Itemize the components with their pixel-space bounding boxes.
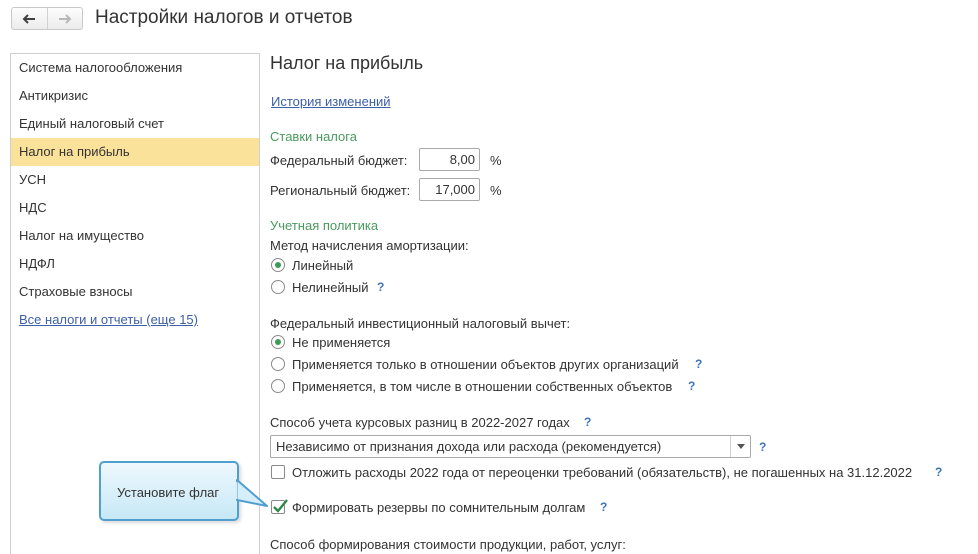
back-button[interactable]: [12, 8, 47, 29]
investment-other-orgs-label[interactable]: Применяется только в отношении объектов …: [292, 357, 679, 372]
investment-own-objects-label[interactable]: Применяется, в том числе в отношении соб…: [292, 379, 672, 394]
sidebar-item-vat[interactable]: НДС: [11, 194, 259, 222]
federal-budget-label: Федеральный бюджет:: [270, 153, 408, 168]
help-icon[interactable]: ?: [688, 379, 695, 393]
amortization-linear-radio[interactable]: [271, 258, 285, 272]
main-panel: Налог на прибыль История изменений Ставк…: [270, 0, 978, 554]
amortization-nonlinear-label[interactable]: Нелинейный: [292, 280, 369, 295]
chevron-down-icon: [736, 444, 745, 449]
help-icon[interactable]: ?: [695, 357, 702, 371]
callout-text: Установите флаг: [117, 485, 220, 500]
form-reserves-label[interactable]: Формировать резервы по сомнительным долг…: [292, 500, 585, 515]
help-icon[interactable]: ?: [584, 415, 591, 429]
federal-rate-input[interactable]: 8,00: [419, 148, 480, 171]
regional-percent: %: [490, 183, 502, 198]
arrow-left-icon: [23, 13, 36, 24]
all-taxes-link[interactable]: Все налоги и отчеты (еще 15): [19, 312, 198, 327]
sidebar-item-property-tax[interactable]: Налог на имущество: [11, 222, 259, 250]
defer-expenses-label[interactable]: Отложить расходы 2022 года от переоценки…: [292, 465, 912, 480]
investment-not-applied-radio[interactable]: [271, 335, 285, 349]
regional-budget-label: Региональный бюджет:: [270, 183, 411, 198]
fx-method-value: Независимо от признания дохода или расхо…: [276, 439, 662, 454]
help-icon[interactable]: ?: [600, 500, 607, 514]
sidebar-item-usn[interactable]: УСН: [11, 166, 259, 194]
amortization-linear-label[interactable]: Линейный: [292, 258, 353, 273]
amortization-label: Метод начисления амортизации:: [270, 238, 469, 253]
investment-not-applied-label[interactable]: Не применяется: [292, 335, 390, 350]
help-icon[interactable]: ?: [759, 440, 766, 454]
instruction-callout: Установите флаг: [99, 461, 239, 521]
sidebar-item-profit-tax[interactable]: Налог на прибыль: [11, 138, 259, 166]
help-icon[interactable]: ?: [935, 465, 942, 479]
checkmark-icon: [273, 499, 288, 513]
fx-differences-label: Способ учета курсовых разниц в 2022-2027…: [270, 415, 570, 430]
rates-section-title: Ставки налога: [270, 129, 357, 144]
investment-other-orgs-radio[interactable]: [271, 357, 285, 371]
regional-rate-input[interactable]: 17,000: [419, 178, 480, 201]
federal-percent: %: [490, 153, 502, 168]
fx-method-select[interactable]: Независимо от признания дохода или расхо…: [270, 435, 751, 458]
sidebar-item-anticrisis[interactable]: Антикризис: [11, 82, 259, 110]
help-icon[interactable]: ?: [377, 280, 384, 294]
defer-expenses-checkbox[interactable]: [271, 465, 285, 479]
section-heading: Налог на прибыль: [270, 53, 424, 73]
form-reserves-checkbox[interactable]: [271, 499, 288, 514]
amortization-nonlinear-radio[interactable]: [271, 280, 285, 294]
arrow-right-icon: [58, 13, 72, 24]
dropdown-button[interactable]: [730, 436, 750, 457]
sidebar-item-unified-tax-account[interactable]: Единый налоговый счет: [11, 110, 259, 138]
sidebar-item-ndfl[interactable]: НДФЛ: [11, 250, 259, 278]
navigation-buttons: [11, 7, 83, 30]
sidebar-all-taxes-link-row: Все налоги и отчеты (еще 15): [11, 306, 259, 334]
investment-deduction-label: Федеральный инвестиционный налоговый выч…: [270, 316, 571, 331]
cost-method-label: Способ формирования стоимости продукции,…: [270, 537, 626, 552]
forward-button[interactable]: [46, 8, 82, 29]
callout-pointer: [235, 479, 268, 507]
investment-own-objects-radio[interactable]: [271, 379, 285, 393]
policy-section-title: Учетная политика: [270, 218, 379, 233]
sidebar-item-tax-system[interactable]: Система налогообложения: [11, 54, 259, 82]
sidebar-item-insurance[interactable]: Страховые взносы: [11, 278, 259, 306]
history-link[interactable]: История изменений: [271, 94, 391, 109]
